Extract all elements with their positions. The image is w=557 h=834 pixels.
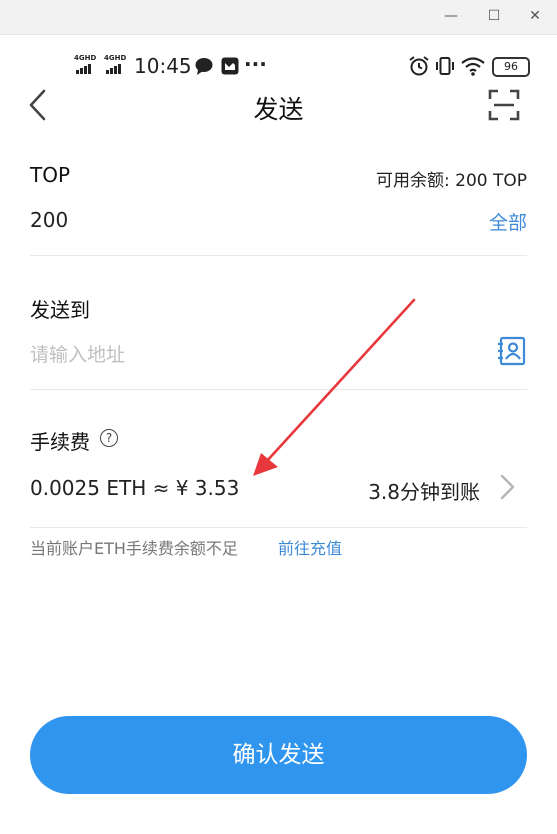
fee-help-icon[interactable]: ? bbox=[100, 429, 118, 447]
confirm-send-button[interactable]: 确认发送 bbox=[30, 716, 527, 794]
amount-input[interactable]: 200 bbox=[30, 208, 68, 232]
divider bbox=[30, 255, 527, 256]
recipient-label: 发送到 bbox=[30, 298, 90, 322]
status-time: 10:45 bbox=[134, 54, 192, 78]
status-bar: 4GHD 4GHD 10:45 ··· 96 bbox=[0, 44, 557, 84]
available-balance: 可用余额: 200 TOP bbox=[376, 171, 527, 191]
recharge-link[interactable]: 前往充值 bbox=[278, 535, 342, 559]
signal-label-1: 4GHD bbox=[74, 54, 97, 62]
close-button[interactable]: ✕ bbox=[525, 6, 545, 26]
address-book-icon[interactable] bbox=[497, 336, 527, 366]
divider bbox=[30, 389, 527, 390]
chevron-right-icon[interactable] bbox=[497, 472, 519, 502]
signal-icon-1 bbox=[76, 64, 91, 74]
minimize-button[interactable]: — bbox=[441, 6, 461, 26]
send-all-button[interactable]: 全部 bbox=[489, 208, 527, 235]
address-input[interactable]: 请输入地址 bbox=[30, 340, 125, 367]
token-name: TOP bbox=[30, 163, 71, 187]
page-title: 发送 bbox=[253, 95, 304, 124]
more-notifications-icon: ··· bbox=[244, 52, 267, 76]
fee-amount: 0.0025 ETH ≈ ¥ 3.53 bbox=[30, 476, 240, 500]
message-icon bbox=[195, 58, 213, 75]
divider bbox=[30, 527, 527, 528]
alarm-icon bbox=[409, 56, 429, 76]
scan-icon[interactable] bbox=[488, 89, 520, 121]
vibrate-icon bbox=[436, 57, 454, 75]
wifi-icon bbox=[461, 57, 485, 76]
arrival-time: 3.8分钟到账 bbox=[368, 480, 480, 504]
fee-warning: 当前账户ETH手续费余额不足 bbox=[30, 539, 238, 558]
header: 发送 bbox=[0, 84, 557, 128]
fee-label: 手续费 bbox=[30, 430, 90, 454]
signal-label-2: 4GHD bbox=[104, 54, 127, 62]
window-titlebar: — ☐ ✕ bbox=[0, 0, 557, 35]
signal-icon-2 bbox=[106, 64, 121, 74]
maximize-button[interactable]: ☐ bbox=[484, 6, 504, 26]
app-notification-icon bbox=[221, 57, 239, 75]
battery-indicator: 96 bbox=[492, 57, 530, 77]
